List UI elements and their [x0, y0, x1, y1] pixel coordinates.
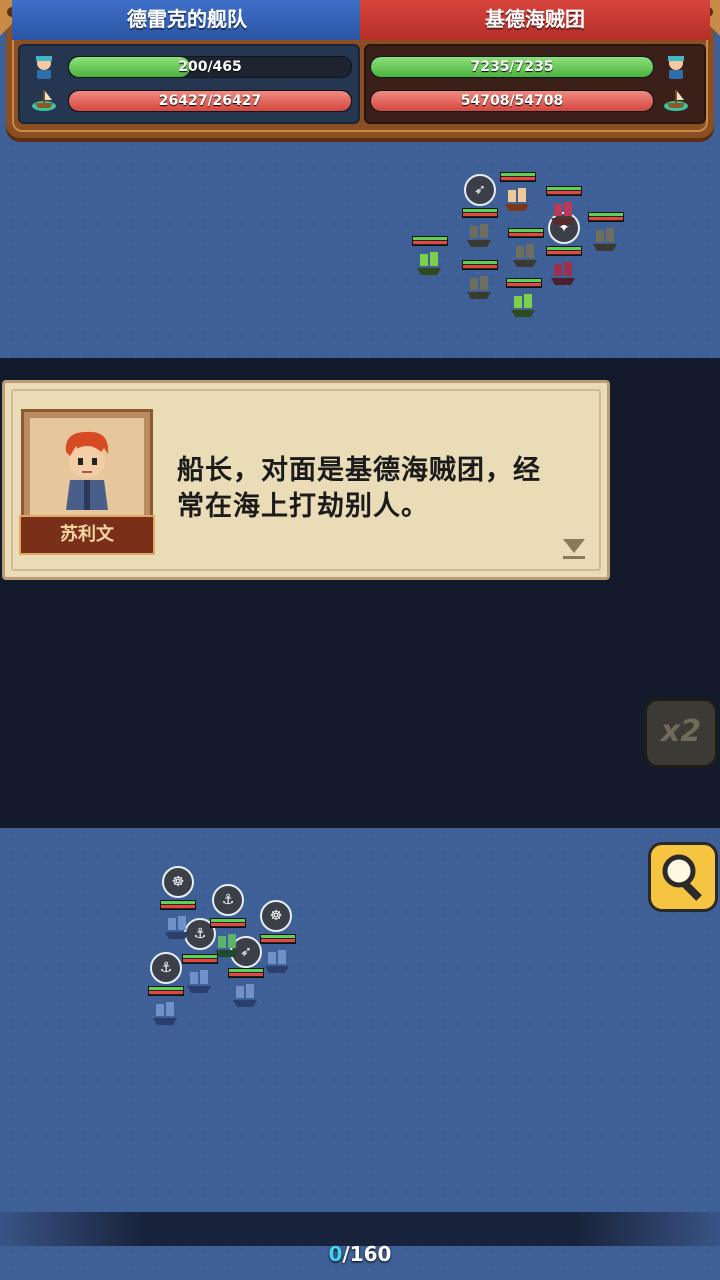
- enemy-crew-value: 7235/7235: [470, 59, 554, 75]
- zoom-button[interactable]: [648, 842, 718, 912]
- ally-ship[interactable]: [158, 900, 196, 944]
- continue-arrow-icon[interactable]: [561, 535, 587, 561]
- dialog-box[interactable]: 苏利文 船长，对面是基德海贼团，经 常在海上打劫别人。: [2, 380, 610, 580]
- dialog-text: 船长，对面是基德海贼团，经 常在海上打劫别人。: [177, 453, 597, 525]
- enemy-crew-bar: 7235/7235: [370, 56, 654, 78]
- ally-crew-value: 200/465: [178, 59, 242, 75]
- ally-hull-bar: 26427/26427: [68, 90, 352, 112]
- enemy-ship[interactable]: [410, 236, 448, 280]
- speaker-name: 苏利文: [19, 515, 155, 555]
- enemy-ship[interactable]: [504, 278, 542, 322]
- bottom-strip: [0, 1212, 720, 1246]
- ship-icon: [664, 90, 688, 111]
- ally-ship[interactable]: [226, 968, 264, 1012]
- enemy-hull-bar: 54708/54708: [370, 90, 654, 112]
- enemy-ship[interactable]: [544, 246, 582, 290]
- enemy-team-name: 基德海贼团: [360, 0, 710, 40]
- sailor-icon: [36, 56, 52, 79]
- ally-skill-badge: ⚓: [212, 884, 244, 916]
- speed-toggle-button[interactable]: x2: [644, 698, 718, 768]
- enemy-ship[interactable]: [586, 212, 624, 256]
- ship-icon: [32, 90, 56, 111]
- enemy-ship[interactable]: [460, 260, 498, 304]
- enemy-ship[interactable]: [460, 208, 498, 252]
- dialog-text-line: 船长，对面是基德海贼团，经: [177, 455, 541, 486]
- progress-current: 0: [328, 1242, 343, 1266]
- dialog-text-line: 常在海上打劫别人。: [177, 491, 429, 522]
- battle-hud: 德雷克的舰队 基德海贼团 200/465 26427/26427 7235/72…: [0, 0, 720, 150]
- enemy-ship[interactable]: [544, 186, 582, 230]
- ally-skill-badge: ☸: [260, 900, 292, 932]
- avatar: [65, 431, 109, 510]
- wave-progress-counter: 0/160: [0, 1242, 720, 1266]
- enemy-ship[interactable]: [506, 228, 544, 272]
- enemy-hull-value: 54708/54708: [460, 93, 564, 109]
- progress-total: /160: [342, 1242, 392, 1266]
- ally-skill-badge: ☸: [162, 866, 194, 898]
- ally-team-name: 德雷克的舰队: [12, 0, 362, 40]
- enemy-ship[interactable]: [498, 172, 536, 216]
- ally-ship[interactable]: [180, 954, 218, 998]
- sailor-icon: [668, 56, 684, 79]
- ally-skill-badge: ⚓: [150, 952, 182, 984]
- magnifier-icon: [662, 854, 702, 901]
- enemy-skill-badge: ➶: [464, 174, 496, 206]
- ally-ship[interactable]: [146, 986, 184, 1030]
- ally-hull-value: 26427/26427: [158, 93, 262, 109]
- ally-crew-bar: 200/465: [68, 56, 352, 78]
